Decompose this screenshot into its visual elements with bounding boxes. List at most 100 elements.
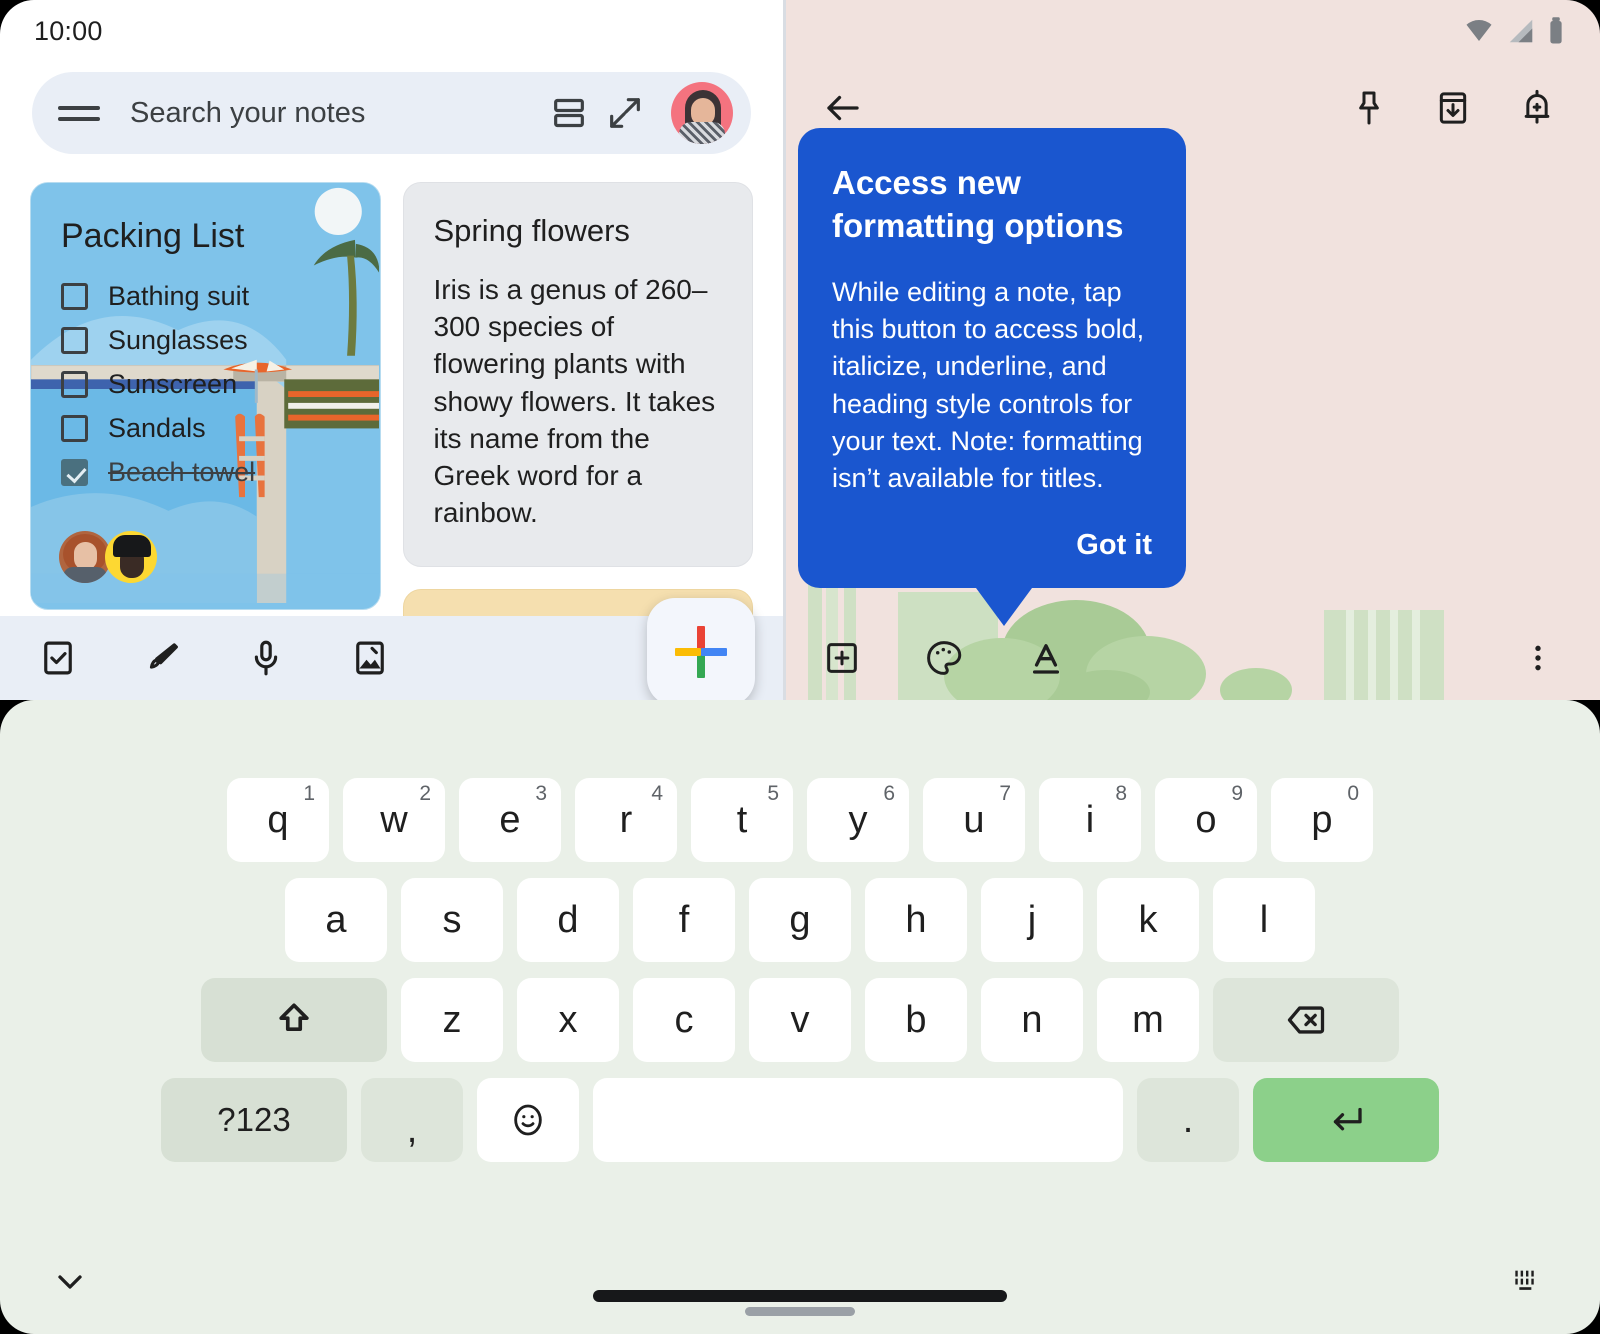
shift-key[interactable] xyxy=(201,978,387,1062)
keyboard-row-2: a s d f g h j k l xyxy=(14,878,1586,962)
collaborator-avatars xyxy=(59,531,157,583)
key-g[interactable]: g xyxy=(749,878,851,962)
key-q[interactable]: q1 xyxy=(227,778,329,862)
overflow-menu-icon[interactable] xyxy=(1512,632,1564,684)
key-o[interactable]: o9 xyxy=(1155,778,1257,862)
list-view-icon[interactable] xyxy=(541,85,597,141)
checkbox-icon[interactable] xyxy=(61,283,88,310)
comma-key[interactable]: , xyxy=(361,1078,463,1162)
plus-box-icon[interactable] xyxy=(816,632,868,684)
chevron-down-icon[interactable] xyxy=(50,1262,90,1307)
wifi-icon xyxy=(1466,19,1492,41)
key-n[interactable]: n xyxy=(981,978,1083,1062)
keyboard-row-3: z x c v b n m xyxy=(14,978,1586,1062)
space-key[interactable] xyxy=(593,1078,1123,1162)
symbols-key[interactable]: ?123 xyxy=(161,1078,347,1162)
key-k[interactable]: k xyxy=(1097,878,1199,962)
key-e[interactable]: e3 xyxy=(459,778,561,862)
bell-plus-icon[interactable] xyxy=(1508,79,1566,137)
key-m[interactable]: m xyxy=(1097,978,1199,1062)
search-bar[interactable]: Search your notes xyxy=(32,72,751,154)
status-bar-right xyxy=(786,0,1600,62)
status-bar-clock: 10:00 xyxy=(34,15,103,46)
checklist: Bathing suit Sunglasses Sunscreen Sandal… xyxy=(61,281,255,488)
create-note-fab[interactable] xyxy=(647,598,755,700)
note-body: Iris is a genus of 260–300 species of fl… xyxy=(433,274,716,529)
key-x[interactable]: x xyxy=(517,978,619,1062)
pin-icon[interactable] xyxy=(1340,79,1398,137)
battery-icon xyxy=(1550,17,1562,44)
key-h[interactable]: h xyxy=(865,878,967,962)
tooltip-title: Access new formatting options xyxy=(832,164,1124,244)
backspace-icon xyxy=(1287,1006,1325,1034)
note-card-spring-flowers[interactable]: Spring flowers Iris is a genus of 260–30… xyxy=(402,182,753,567)
checkbox-icon[interactable] xyxy=(61,371,88,398)
note-title: Spring flowers xyxy=(433,213,630,248)
key-v[interactable]: v xyxy=(749,978,851,1062)
key-a[interactable]: a xyxy=(285,878,387,962)
shift-icon xyxy=(279,1003,309,1031)
checkbox-icon[interactable] xyxy=(61,327,88,354)
status-bar-left: 10:00 xyxy=(0,0,783,62)
checklist-item[interactable]: Sunglasses xyxy=(61,325,255,356)
collaborator-avatar xyxy=(59,531,111,583)
key-b[interactable]: b xyxy=(865,978,967,1062)
collaborator-avatar xyxy=(105,531,157,583)
enter-key[interactable] xyxy=(1253,1078,1439,1162)
emoji-icon xyxy=(514,1104,542,1136)
hamburger-menu-icon[interactable] xyxy=(58,91,102,135)
key-f[interactable]: f xyxy=(633,878,735,962)
checkbox-checked-icon[interactable] xyxy=(61,459,88,486)
tooltip-pointer xyxy=(976,588,1032,627)
checklist-item-label: Sunscreen xyxy=(108,369,238,399)
checklist-item[interactable]: Beach towel xyxy=(61,457,255,488)
checklist-item[interactable]: Sunscreen xyxy=(61,369,255,400)
expand-icon[interactable] xyxy=(597,85,653,141)
key-t[interactable]: t5 xyxy=(691,778,793,862)
key-y[interactable]: y6 xyxy=(807,778,909,862)
note-card-packing-list[interactable]: Packing List Bathing suit Sunglasses Sun… xyxy=(30,182,381,610)
key-j[interactable]: j xyxy=(981,878,1083,962)
key-l[interactable]: l xyxy=(1213,878,1315,962)
editor-toolbar xyxy=(786,616,1600,700)
keyboard-row-4: ?123 , . xyxy=(14,1078,1586,1162)
tooltip-action[interactable]: Got it xyxy=(832,529,1152,562)
checklist-item-label: Sunglasses xyxy=(108,325,248,355)
checklist-item-label: Bathing suit xyxy=(108,281,250,311)
brush-icon[interactable] xyxy=(136,632,188,684)
key-p[interactable]: p0 xyxy=(1271,778,1373,862)
key-u[interactable]: u7 xyxy=(923,778,1025,862)
key-i[interactable]: i8 xyxy=(1039,778,1141,862)
account-avatar[interactable] xyxy=(671,82,733,144)
got-it-button[interactable]: Got it xyxy=(1076,529,1152,561)
key-r[interactable]: r4 xyxy=(575,778,677,862)
search-input[interactable]: Search your notes xyxy=(130,97,541,130)
period-key[interactable]: . xyxy=(1137,1078,1239,1162)
key-z[interactable]: z xyxy=(401,978,503,1062)
key-d[interactable]: d xyxy=(517,878,619,962)
note-title: Packing List xyxy=(61,217,245,255)
checkbox-icon[interactable] xyxy=(61,415,88,442)
image-icon[interactable] xyxy=(344,632,396,684)
key-w[interactable]: w2 xyxy=(343,778,445,862)
keep-notes-list-pane: 10:00 Search your notes Packing List Bat… xyxy=(0,0,783,700)
microphone-icon[interactable] xyxy=(240,632,292,684)
text-format-icon[interactable] xyxy=(1020,632,1072,684)
checklist-item[interactable]: Sandals xyxy=(61,413,255,444)
checklist-item[interactable]: Bathing suit xyxy=(61,281,255,312)
checkbox-icon[interactable] xyxy=(32,632,84,684)
google-plus-icon xyxy=(673,624,729,680)
home-indicator[interactable] xyxy=(593,1290,1007,1302)
keyboard-switch-icon[interactable] xyxy=(1508,1264,1544,1301)
palette-icon[interactable] xyxy=(918,632,970,684)
checklist-item-label: Beach towel xyxy=(108,457,256,487)
key-c[interactable]: c xyxy=(633,978,735,1062)
key-s[interactable]: s xyxy=(401,878,503,962)
on-screen-keyboard: q1 w2 e3 r4 t5 y6 u7 i8 o9 p0 a s d f g … xyxy=(0,700,1600,1334)
formatting-tooltip: Access new formatting options While edit… xyxy=(798,128,1186,627)
backspace-key[interactable] xyxy=(1213,978,1399,1062)
keyboard-rows: q1 w2 e3 r4 t5 y6 u7 i8 o9 p0 a s d f g … xyxy=(0,700,1600,1162)
archive-icon[interactable] xyxy=(1424,79,1482,137)
checklist-item-label: Sandals xyxy=(108,413,206,443)
emoji-key[interactable] xyxy=(477,1078,579,1162)
